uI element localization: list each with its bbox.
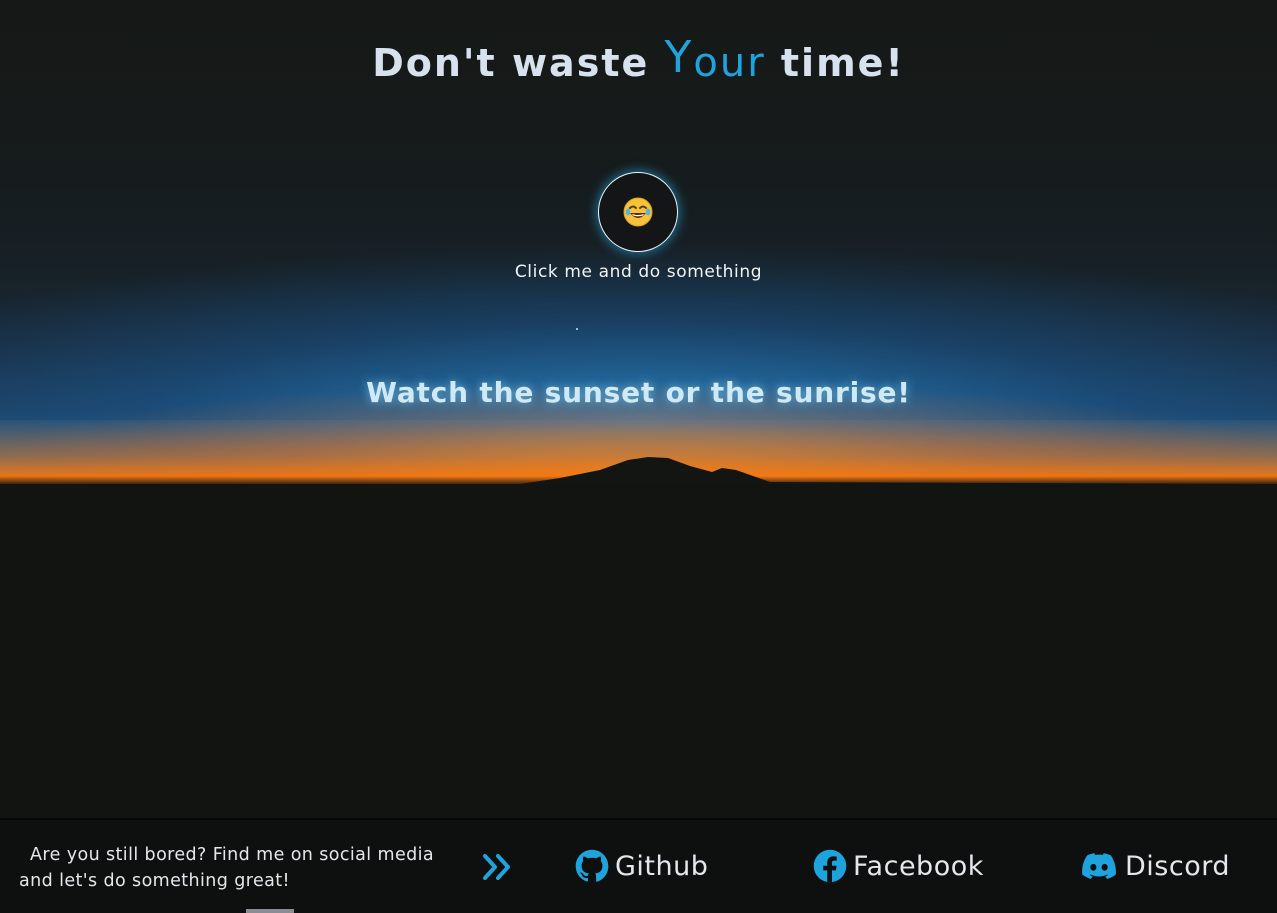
github-icon — [575, 849, 609, 882]
github-link[interactable]: Github — [575, 846, 708, 886]
hero-subtitle: Watch the sunset or the sunrise! — [366, 376, 911, 409]
footer-tagline: Are you still bored? Find me on social m… — [19, 842, 459, 894]
title-accent-rest: our — [693, 40, 766, 86]
footer-tagline-line-2: and let's do something great! — [19, 871, 290, 891]
footer: Are you still bored? Find me on social m… — [0, 818, 1277, 913]
title-suffix: time! — [765, 41, 905, 85]
page: Don't waste Your time! Click me and do s… — [0, 0, 1277, 913]
title-prefix: Don't waste — [372, 41, 665, 85]
facebook-link[interactable]: Facebook — [813, 846, 984, 886]
facebook-link-label: Facebook — [853, 850, 984, 882]
ground — [0, 484, 1277, 819]
double-chevron-right-icon — [483, 854, 510, 880]
discord-link-label: Discord — [1125, 850, 1230, 882]
title-accent-initial: Y — [664, 32, 694, 83]
emoji-action-button[interactable] — [598, 172, 678, 252]
discord-link[interactable]: Discord — [1079, 846, 1230, 886]
horizontal-scrollbar-thumb[interactable] — [246, 909, 294, 913]
discord-icon — [1082, 853, 1116, 879]
face-with-tears-of-joy-icon — [623, 197, 653, 227]
star — [576, 328, 578, 330]
github-link-label: Github — [615, 850, 709, 882]
footer-tagline-line-1: Are you still bored? Find me on social m… — [30, 845, 435, 865]
page-title: Don't waste Your time! — [0, 32, 1277, 87]
emoji-button-label: Click me and do something — [514, 262, 763, 282]
facebook-icon — [813, 849, 847, 883]
title-accent-word: Your — [664, 32, 766, 86]
